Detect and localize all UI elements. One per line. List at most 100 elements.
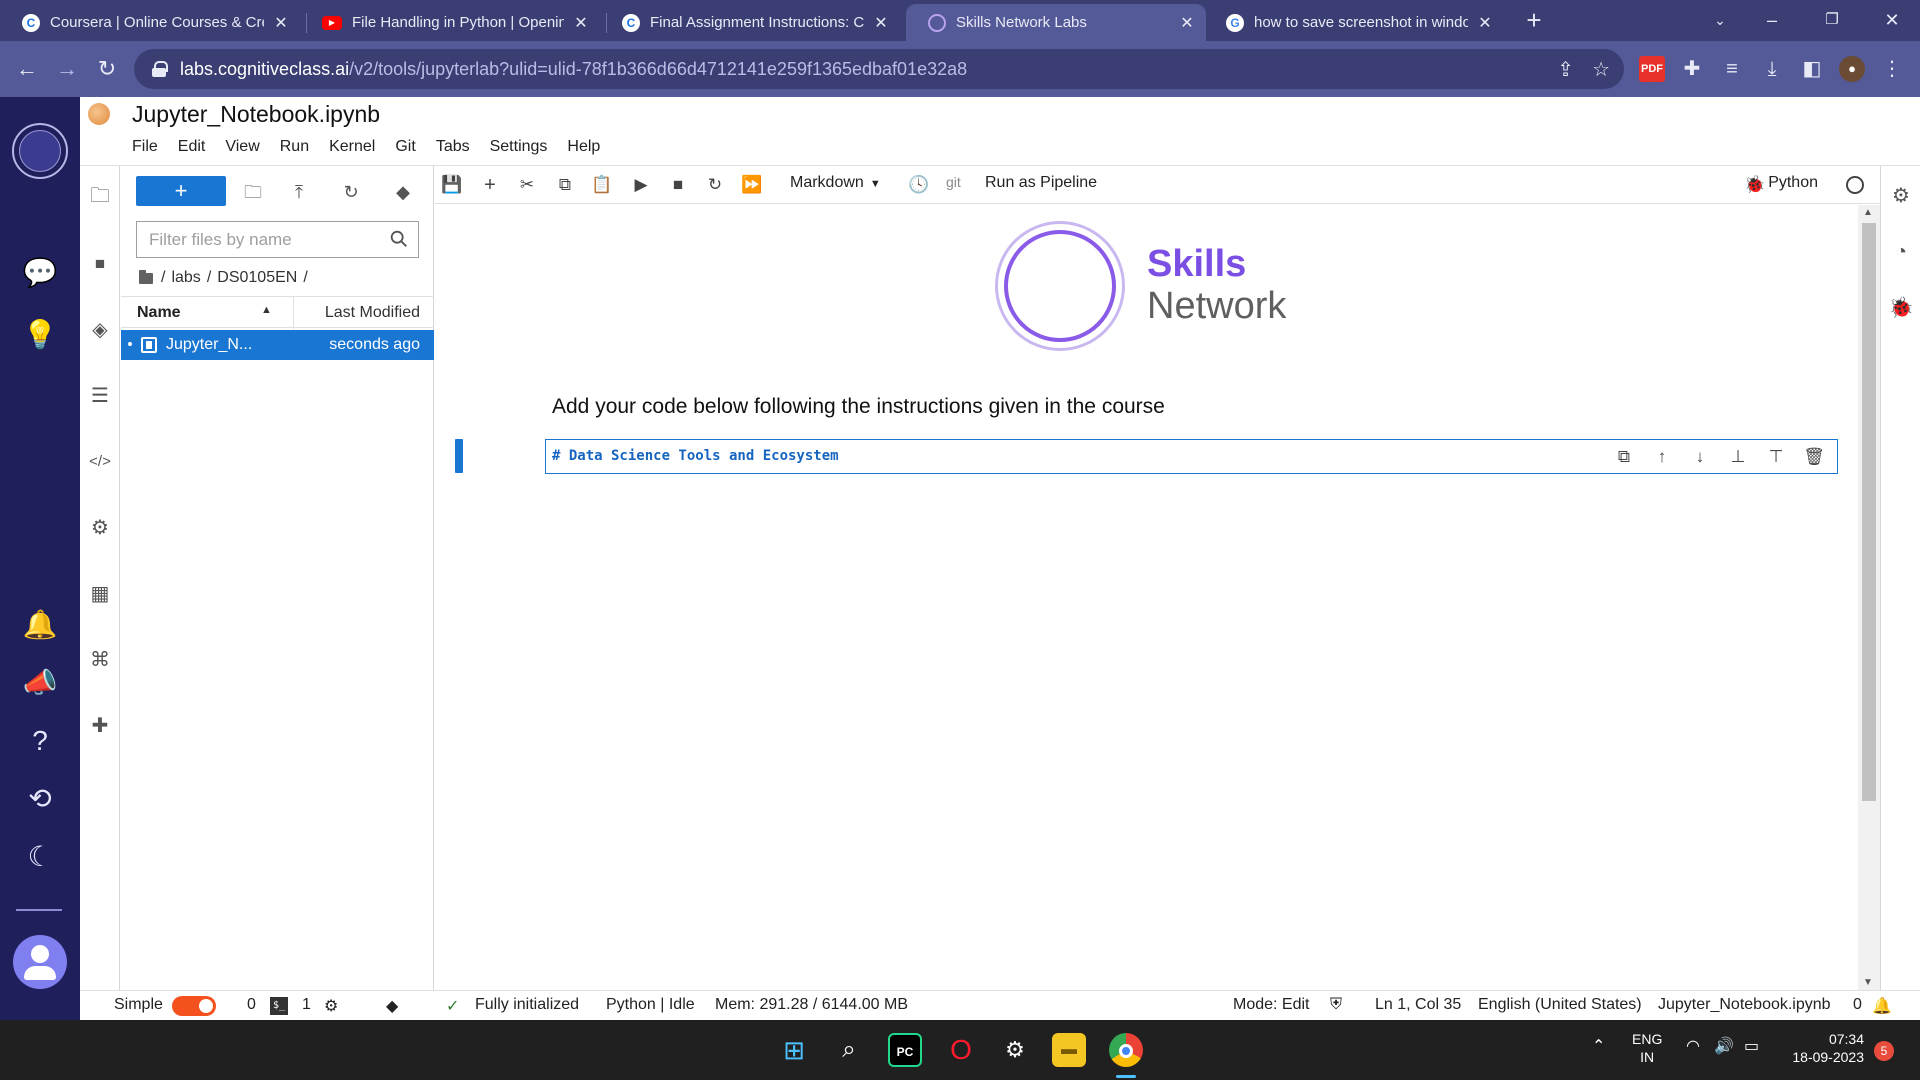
download-icon[interactable]: ⤓ — [1759, 56, 1785, 82]
language-indicator[interactable]: English (United States) — [1478, 996, 1642, 1014]
scrollbar-thumb[interactable] — [1862, 223, 1876, 801]
trusted-shield-icon[interactable]: ⛨ — [1330, 996, 1342, 1014]
copy-icon[interactable]: ⧉ — [552, 172, 578, 198]
chat-icon[interactable]: 💬 — [20, 253, 60, 293]
browser-tab-skills-network[interactable]: Skills Network Labs ✕ — [906, 4, 1206, 41]
menu-help[interactable]: Help — [557, 138, 610, 156]
git-status-icon[interactable]: ◆ — [386, 996, 398, 1016]
battery-icon[interactable]: ▭ — [1744, 1038, 1759, 1056]
chrome-menu-icon[interactable]: ⋮ — [1879, 56, 1905, 82]
search-icon[interactable]: ⌕ — [832, 1033, 866, 1067]
forward-icon[interactable]: → — [53, 55, 81, 83]
browser-tab-google[interactable]: G how to save screenshot in windo ✕ — [1204, 4, 1504, 41]
bell-icon[interactable]: 🔔 — [20, 605, 60, 645]
paste-icon[interactable]: 📋 — [589, 172, 615, 198]
close-tab-icon[interactable]: ✕ — [572, 13, 590, 33]
markdown-cell-editor[interactable]: # Data Science Tools and Ecosystem ⧉ ↑ ↓… — [545, 439, 1838, 474]
kernel-name[interactable]: Python — [1768, 174, 1818, 192]
run-cell-icon[interactable]: ▶ — [628, 172, 654, 198]
code-snippets-icon[interactable]: </> — [80, 444, 120, 480]
chrome-icon[interactable] — [1109, 1033, 1143, 1067]
help-icon[interactable]: ? — [20, 721, 60, 761]
bookmark-star-icon[interactable]: ☆ — [1592, 57, 1610, 82]
cursor-position[interactable]: Ln 1, Col 35 — [1375, 996, 1461, 1014]
profile-avatar[interactable]: ● — [1839, 56, 1865, 82]
column-last-modified[interactable]: Last Modified — [325, 304, 420, 322]
extensions-grid-icon[interactable]: ⌘ — [80, 642, 120, 678]
menu-run[interactable]: Run — [270, 138, 319, 156]
scroll-down-icon[interactable]: ▼ — [1863, 977, 1873, 988]
breadcrumb-labs[interactable]: labs — [171, 269, 200, 287]
notebook-scrollbar[interactable]: ▲ ▼ — [1858, 205, 1880, 990]
steam-icon[interactable]: ⚙ — [998, 1033, 1032, 1067]
git-icon[interactable]: ◈ — [80, 312, 120, 348]
table-of-contents-icon[interactable]: ☰ — [80, 378, 120, 414]
lightbulb-icon[interactable]: 💡 — [20, 315, 60, 355]
language-indicator[interactable]: ENG IN — [1632, 1030, 1662, 1066]
notification-bell-icon[interactable]: 🔔 — [1872, 996, 1892, 1016]
windows-start-icon[interactable]: ⊞ — [777, 1033, 811, 1067]
scroll-up-icon[interactable]: ▲ — [1863, 207, 1873, 218]
debugger-bug-icon[interactable]: 🐞 — [1887, 294, 1915, 322]
history-clock-icon[interactable]: 🕓 — [906, 172, 932, 198]
insert-cell-below-icon[interactable]: ⊤ — [1763, 445, 1789, 469]
file-explorer-icon[interactable]: ▬ — [1052, 1033, 1086, 1067]
tab-search-icon[interactable]: ⌄ — [1700, 6, 1740, 34]
dark-mode-moon-icon[interactable]: ☾ — [20, 837, 60, 877]
debugger-bug-icon[interactable]: 🐞 — [1742, 172, 1768, 198]
kernel-status[interactable]: Python | Idle — [606, 996, 695, 1014]
notification-badge[interactable]: 5 — [1874, 1041, 1894, 1061]
stop-kernel-icon[interactable]: ■ — [665, 172, 691, 198]
save-icon[interactable]: 💾 — [439, 172, 465, 198]
git-clone-icon[interactable]: ◆ — [389, 178, 417, 206]
close-tab-icon[interactable]: ✕ — [1476, 13, 1494, 33]
run-as-pipeline-button[interactable]: Run as Pipeline — [985, 174, 1097, 192]
breadcrumb-ds0105en[interactable]: DS0105EN — [217, 269, 297, 287]
move-cell-up-icon[interactable]: ↑ — [1649, 445, 1675, 469]
notification-count[interactable]: 0 — [1853, 996, 1862, 1014]
move-cell-down-icon[interactable]: ↓ — [1687, 445, 1713, 469]
restore-icon[interactable]: ❐ — [1812, 6, 1852, 34]
skills-network-logo-icon[interactable] — [12, 123, 68, 179]
pdf-extension-icon[interactable]: PDF — [1639, 56, 1665, 82]
running-sessions-icon[interactable]: ⏹ — [80, 246, 120, 282]
active-cell-indicator[interactable] — [455, 439, 463, 473]
browser-tab-youtube[interactable]: ▶ File Handling in Python | Opening ✕ — [300, 4, 600, 41]
resource-gauge-icon[interactable]: ◔ — [1887, 238, 1915, 266]
filter-files-input[interactable] — [149, 229, 379, 250]
menu-tabs[interactable]: Tabs — [426, 138, 480, 156]
extensions-puzzle-icon[interactable]: ✚ — [1679, 56, 1705, 82]
side-panel-icon[interactable]: ◧ — [1799, 56, 1825, 82]
show-hidden-icons-icon[interactable]: ⌃ — [1592, 1038, 1605, 1056]
clock[interactable]: 07:34 18-09-2023 — [1786, 1030, 1864, 1066]
close-tab-icon[interactable]: ✕ — [872, 13, 890, 33]
terminals-count[interactable]: 0 — [247, 996, 256, 1014]
sync-icon[interactable]: ⟲ — [20, 779, 60, 819]
user-avatar-icon[interactable] — [13, 935, 67, 989]
git-label[interactable]: git — [946, 174, 961, 190]
menu-file[interactable]: File — [132, 138, 168, 156]
restart-kernel-icon[interactable]: ↻ — [702, 172, 728, 198]
cut-icon[interactable]: ✂ — [514, 172, 540, 198]
simple-mode-toggle[interactable] — [172, 996, 216, 1016]
cell-source[interactable]: # Data Science Tools and Ecosystem — [552, 448, 839, 464]
insert-cell-above-icon[interactable]: ⊥ — [1725, 445, 1751, 469]
reload-icon[interactable]: ↻ — [93, 55, 121, 83]
wifi-icon[interactable]: ◠ — [1686, 1038, 1700, 1056]
menu-settings[interactable]: Settings — [480, 138, 558, 156]
filter-files-field[interactable] — [136, 221, 419, 258]
back-icon[interactable]: ← — [13, 55, 41, 83]
address-bar[interactable]: labs.cognitiveclass.ai/v2/tools/jupyterl… — [134, 49, 1624, 89]
pycharm-icon[interactable]: PC — [888, 1033, 922, 1067]
delete-cell-icon[interactable]: 🗑 — [1801, 445, 1827, 469]
file-browser-folder-icon[interactable]: 🗀 — [80, 178, 120, 214]
new-tab-button[interactable]: + — [1520, 6, 1548, 34]
file-list-item[interactable]: Jupyter_N... seconds ago — [121, 330, 434, 360]
close-tab-icon[interactable]: ✕ — [1178, 13, 1196, 33]
column-name[interactable]: Name — [137, 304, 181, 322]
refresh-icon[interactable]: ↻ — [337, 178, 365, 206]
share-icon[interactable]: ⇪ — [1557, 57, 1574, 82]
insert-cell-icon[interactable]: + — [477, 172, 503, 198]
minimize-icon[interactable]: – — [1752, 6, 1792, 34]
new-launcher-button[interactable]: + — [136, 176, 226, 206]
